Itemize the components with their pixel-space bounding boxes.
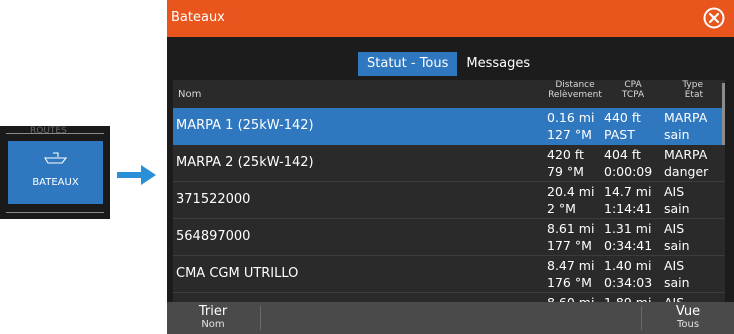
tile-divider xyxy=(6,212,104,213)
boat-icon xyxy=(44,152,68,164)
view-button-value: Tous xyxy=(676,319,700,330)
close-icon[interactable] xyxy=(703,7,725,29)
tile-divider xyxy=(6,133,104,134)
vessel-name: CMA CGM UTRILLO xyxy=(176,266,299,281)
vessel-type-state: AIS sain xyxy=(664,184,690,216)
vessel-cpa-tcpa: 1.31 mi 0:34:41 xyxy=(604,221,653,253)
vessel-type-state: AIS sain xyxy=(664,221,690,253)
table-header: Nom Distance Relèvement CPA TCPA Type Et… xyxy=(173,80,725,108)
view-button-label: Vue xyxy=(675,304,701,319)
column-header-distance: Distance Relèvement xyxy=(548,80,602,100)
column-header-cpa: CPA TCPA xyxy=(621,80,645,100)
table-row[interactable]: 564897000 8.61 mi 177 °M 1.31 mi 0:34:41 A… xyxy=(173,219,725,256)
view-button[interactable]: Vue Tous xyxy=(642,302,734,334)
footer-bar: Trier Nom Vue Tous xyxy=(167,302,734,334)
column-header-type: Type Etat xyxy=(682,80,703,100)
sort-button[interactable]: Trier Nom xyxy=(167,302,259,334)
vessel-cpa-tcpa: 404 ft 0:00:09 xyxy=(604,147,653,179)
dialog-title: Bateaux xyxy=(171,10,225,25)
table-row[interactable]: MARPA 2 (25kW-142) 420 ft 79 °M 404 ft 0:0… xyxy=(173,145,725,182)
vessel-list: MARPA 1 (25kW-142) 0.16 mi 127 °M 440 ft P… xyxy=(173,108,725,302)
bateaux-tile-label: BATEAUX xyxy=(32,177,79,188)
vessel-cpa-tcpa: 440 ft PAST xyxy=(604,110,641,142)
vessel-distance-bearing: 420 ft 79 °M xyxy=(547,147,584,179)
bateaux-tile-button[interactable]: BATEAUX xyxy=(8,141,103,204)
footer-divider xyxy=(260,306,261,330)
vessel-type-state: AIS sain xyxy=(664,258,690,290)
bateaux-tile-container: ROUTES BATEAUX xyxy=(0,126,110,219)
vessel-distance-bearing: 0.16 mi 127 °M xyxy=(547,110,595,142)
vessel-type-state: AIS xyxy=(664,294,684,302)
vessel-type-state: MARPA sain xyxy=(664,110,708,142)
table-row[interactable]: CMA CGM UTRILLO 8.47 mi 176 °M 1.40 mi 0:3… xyxy=(173,256,725,293)
sort-button-value: Nom xyxy=(201,319,225,330)
table-row[interactable]: MARPA 1 (25kW-142) 0.16 mi 127 °M 440 ft P… xyxy=(173,108,725,145)
vessels-dialog: Bateaux Statut - Tous Messages Nom Dista… xyxy=(167,0,734,334)
vessel-cpa-tcpa: 1.89 mi xyxy=(604,294,651,302)
vessel-distance-bearing: 20.4 mi 2 °M xyxy=(547,184,595,216)
list-scrollbar[interactable] xyxy=(722,83,725,145)
routes-tile-label-partial: ROUTES xyxy=(30,126,67,136)
arrow-right-icon xyxy=(117,165,156,185)
tab-bar: Statut - Tous Messages xyxy=(358,52,540,76)
dialog-titlebar: Bateaux xyxy=(167,0,734,37)
vessel-cpa-tcpa: 14.7 mi 1:14:41 xyxy=(604,184,653,216)
vessel-name: 371522000 xyxy=(176,192,251,207)
vessel-cpa-tcpa: 1.40 mi 0:34:03 xyxy=(604,258,653,290)
vessel-name: 564897000 xyxy=(176,229,251,244)
vessel-distance-bearing: 8.61 mi 177 °M xyxy=(547,221,595,253)
vessel-name: MARPA 2 (25kW-142) xyxy=(176,155,314,170)
vessel-type-state: MARPA danger xyxy=(664,147,709,179)
table-row[interactable]: 8.60 mi 1.89 mi AIS xyxy=(173,293,725,302)
vessel-name: MARPA 1 (25kW-142) xyxy=(176,118,314,133)
vessel-distance-bearing: 8.60 mi xyxy=(547,294,594,302)
tab-messages[interactable]: Messages xyxy=(457,52,540,76)
table-row[interactable]: 371522000 20.4 mi 2 °M 14.7 mi 1:14:41 AIS… xyxy=(173,182,725,219)
vessel-distance-bearing: 8.47 mi 176 °M xyxy=(547,258,595,290)
tab-statut-tous[interactable]: Statut - Tous xyxy=(358,52,458,76)
column-header-name: Nom xyxy=(178,89,202,100)
sort-button-label: Trier xyxy=(198,304,228,319)
